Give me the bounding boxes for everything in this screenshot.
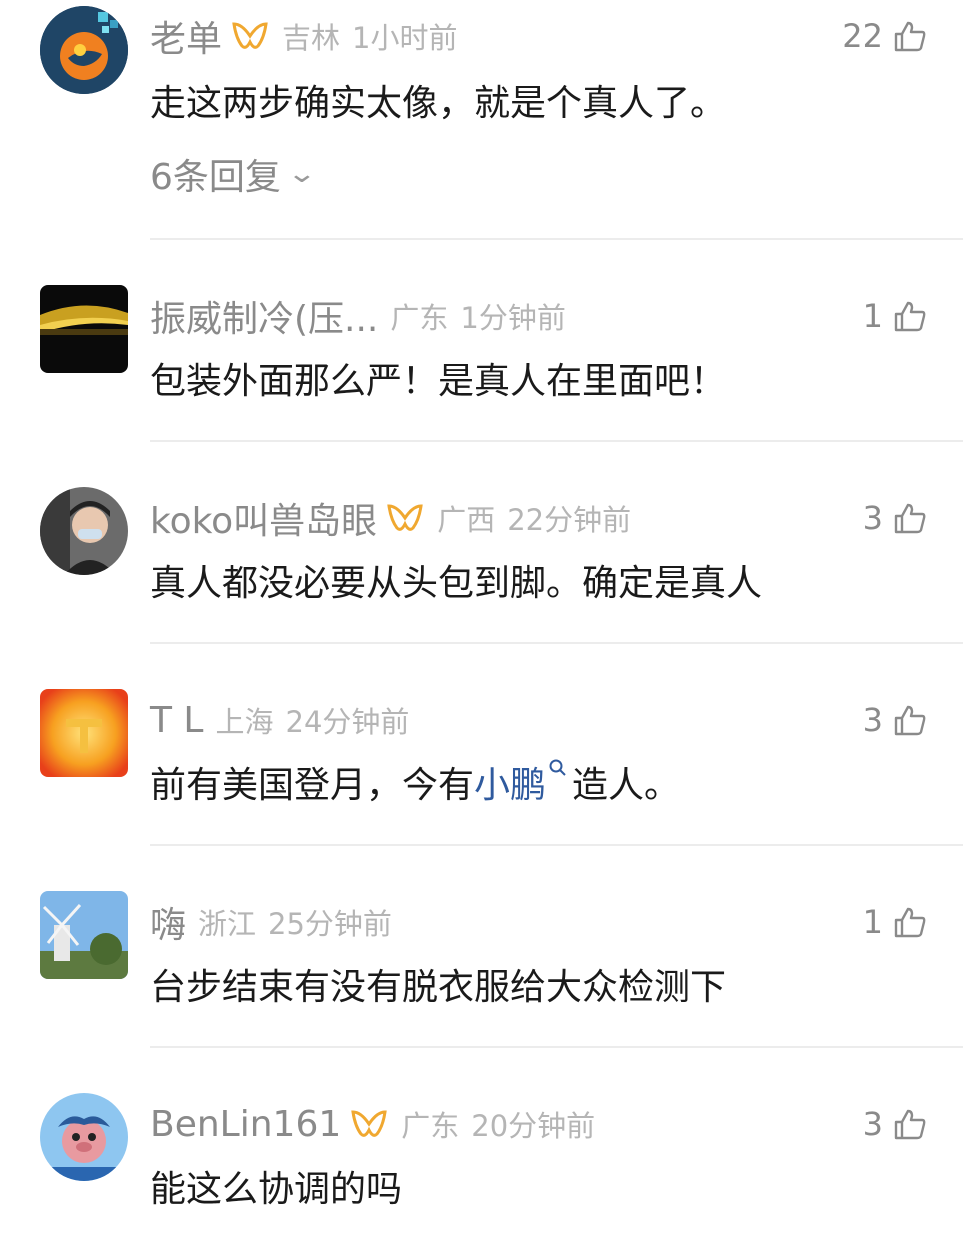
username[interactable]: 振威制冷(压... — [150, 290, 378, 342]
timestamp: 24分钟前 — [285, 705, 410, 739]
topic-link[interactable]: 小鹏 — [474, 765, 546, 806]
comment-meta: koko叫兽岛眼 广西 22分钟前 — [150, 496, 632, 542]
avatar[interactable] — [40, 1093, 128, 1181]
vip-badge-icon — [351, 1110, 387, 1137]
avatar-image — [40, 1093, 128, 1181]
like-count: 3 — [862, 701, 883, 739]
comment-item: 振威制冷(压... 广东 1分钟前 1 包装外面那么严！是真人在里面吧！ — [0, 240, 963, 442]
comment-meta: BenLin161 广东 20分钟前 — [150, 1102, 595, 1146]
avatar-image — [40, 6, 128, 94]
comment-item: BenLin161 广东 20分钟前 3 能这么协调的吗 — [0, 1048, 963, 1239]
timestamp: 20分钟前 — [471, 1109, 596, 1143]
avatar[interactable] — [40, 487, 128, 575]
location: 浙江 — [198, 907, 257, 941]
like-button[interactable]: 3 — [863, 1102, 927, 1146]
avatar[interactable] — [40, 285, 128, 373]
location: 吉林 — [282, 21, 341, 55]
thumbs-up-icon — [894, 907, 926, 938]
like-count: 22 — [842, 17, 883, 55]
comment-meta: 老单 吉林 1小时前 — [150, 14, 458, 60]
view-replies-button[interactable]: 6条回复 ⌄ — [150, 148, 317, 200]
like-button[interactable]: 1 — [863, 294, 927, 338]
thumbs-up-icon — [894, 503, 926, 534]
comment-text: 走这两步确实太像，就是个真人了。 — [150, 83, 727, 124]
comment-item: 老单 吉林 1小时前 22 走这两步确实太像，就是个真人了。 6条回复 ⌄ — [0, 0, 963, 240]
like-count: 3 — [862, 1105, 883, 1143]
avatar-image — [40, 285, 128, 373]
comment-item: 嗨 浙江 25分钟前 1 台步结束有没有脱衣服给大众检测下 — [0, 846, 963, 1048]
username[interactable]: 嗨 — [150, 896, 186, 948]
thumbs-up-icon — [894, 21, 926, 52]
like-button[interactable]: 3 — [863, 698, 927, 742]
avatar[interactable] — [40, 6, 128, 94]
username[interactable]: koko叫兽岛眼 — [150, 492, 377, 544]
timestamp: 22分钟前 — [507, 503, 632, 537]
thumbs-up-icon — [894, 1109, 926, 1140]
timestamp: 25分钟前 — [268, 907, 392, 941]
comment-meta: T L 上海 24分钟前 — [150, 698, 409, 742]
comment-text: 真人都没必要从头包到脚。确定是真人 — [150, 563, 763, 604]
like-count: 1 — [862, 903, 883, 941]
comment-text: 台步结束有没有脱衣服给大众检测下 — [150, 967, 727, 1008]
location: 广东 — [401, 1109, 460, 1143]
avatar[interactable] — [40, 689, 128, 777]
comment-item: T L 上海 24分钟前 3 前有美国登月，今有小鹏 造人。 — [0, 644, 963, 846]
like-button[interactable]: 3 — [863, 496, 927, 540]
search-icon[interactable] — [548, 758, 568, 782]
username[interactable]: 老单 — [150, 10, 222, 62]
avatar-image — [40, 891, 128, 979]
replies-count: 6条回复 — [150, 157, 281, 198]
comment-text: 能这么协调的吗 — [150, 1169, 403, 1210]
thumbs-up-icon — [894, 705, 926, 736]
comment-text-part: 造人。 — [572, 765, 681, 806]
like-button[interactable]: 22 — [842, 14, 927, 58]
comment-meta: 振威制冷(压... 广东 1分钟前 — [150, 294, 566, 340]
comment-meta: 嗨 浙江 25分钟前 — [150, 900, 392, 946]
avatar-image — [40, 487, 128, 575]
timestamp: 1分钟前 — [460, 301, 566, 335]
comment-item: koko叫兽岛眼 广西 22分钟前 3 真人都没必要从头包到脚。确定是真人 — [0, 442, 963, 644]
timestamp: 1小时前 — [352, 21, 458, 55]
location: 广西 — [437, 503, 496, 537]
vip-badge-icon — [387, 504, 423, 531]
username[interactable]: T L — [150, 700, 204, 741]
comment-text: 前有美国登月，今有小鹏 造人。 — [150, 756, 680, 808]
avatar[interactable] — [40, 891, 128, 979]
chevron-down-icon: ⌄ — [286, 159, 318, 189]
comment-text: 包装外面那么严！是真人在里面吧！ — [150, 361, 727, 402]
location: 上海 — [215, 705, 274, 739]
like-count: 3 — [862, 499, 883, 537]
avatar-image — [40, 689, 128, 777]
comment-text-part: 前有美国登月，今有 — [150, 765, 475, 806]
like-count: 1 — [862, 297, 883, 335]
username[interactable]: BenLin161 — [150, 1104, 341, 1145]
like-button[interactable]: 1 — [863, 900, 927, 944]
vip-badge-icon — [232, 22, 268, 49]
thumbs-up-icon — [894, 301, 926, 332]
location: 广东 — [390, 301, 449, 335]
